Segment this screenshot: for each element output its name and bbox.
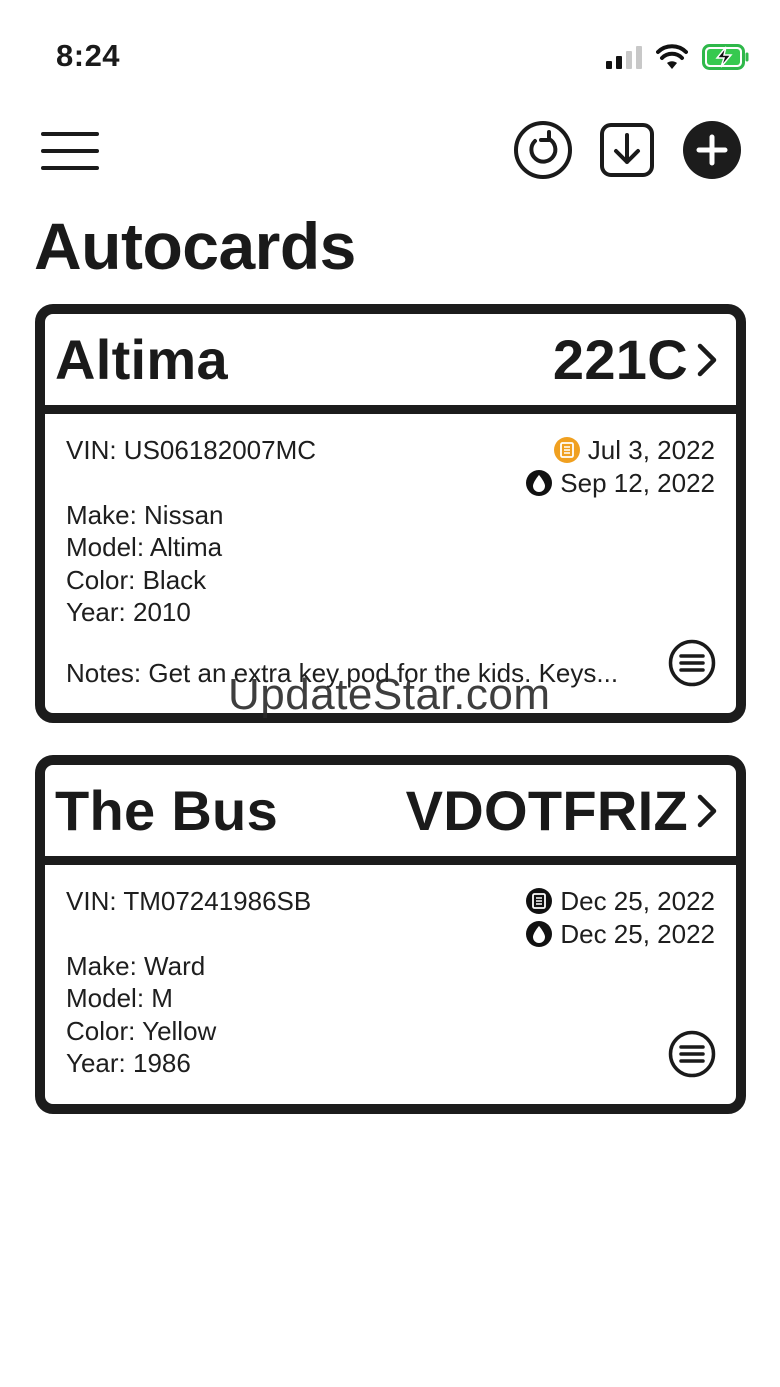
- card-menu-button[interactable]: [668, 639, 716, 687]
- wifi-icon: [656, 44, 688, 69]
- model-value: Altima: [149, 532, 223, 562]
- cellular-signal-icon: [606, 45, 642, 69]
- document-icon: [553, 437, 580, 464]
- card-menu-button[interactable]: [668, 1030, 716, 1078]
- add-card-button[interactable]: [682, 120, 742, 180]
- menu-button[interactable]: [38, 132, 102, 172]
- document-icon: [526, 888, 553, 915]
- dates: Jul 3, 2022 Sep 12, 2022: [526, 434, 715, 499]
- download-icon: [600, 123, 654, 177]
- vin-value: US06182007MC: [123, 435, 317, 465]
- color-value: Black: [142, 564, 207, 595]
- status-icons: [606, 40, 750, 74]
- oil-change-date: Sep 12, 2022: [560, 467, 715, 498]
- list-icon: [668, 639, 716, 687]
- notes-value: Get an extra key pod for the kids. Keys.…: [148, 657, 619, 688]
- vin-value: TM07241986SB: [123, 886, 312, 916]
- battery-charging-icon: [702, 44, 749, 70]
- oil-change-date: Dec 25, 2022: [560, 918, 715, 949]
- year-value: 2010: [132, 597, 191, 627]
- make-row: Make: Nissan: [66, 499, 224, 530]
- year-value: 1986: [132, 1048, 191, 1078]
- card-body: VIN: TM07241986SB Make: Ward Model: M Co…: [45, 865, 736, 1080]
- car-name: The Bus: [55, 779, 279, 842]
- hamburger-icon: [41, 132, 99, 136]
- page-title: Autocards: [34, 209, 356, 283]
- list-icon: [668, 1030, 716, 1078]
- top-toolbar: [0, 118, 780, 184]
- status-time: 8:24: [56, 38, 121, 73]
- make-value: Nissan: [144, 499, 224, 530]
- autocard: Altima 221C VIN: US06182007MC Make: Niss…: [35, 304, 746, 723]
- color-row: Color: Black: [66, 564, 207, 595]
- oil-change-date-row: Sep 12, 2022: [526, 467, 715, 500]
- card-header[interactable]: The Bus VDOTFRIZ: [45, 765, 736, 865]
- import-button[interactable]: [598, 120, 658, 180]
- chevron-right-icon: [697, 343, 717, 376]
- model-row: Model: M: [66, 983, 173, 1013]
- model-value: M: [151, 983, 173, 1013]
- app-screen: 8:24 Autocards Altima 221C VIN: US061820…: [0, 0, 780, 1387]
- plus-icon: [683, 121, 741, 179]
- oil-drop-icon: [526, 469, 553, 496]
- car-name: Altima: [55, 328, 228, 391]
- make-value: Ward: [144, 950, 206, 981]
- year-row: Year: 1986: [66, 1048, 191, 1078]
- license-plate: 221C: [552, 328, 688, 391]
- registration-date: Dec 25, 2022: [560, 886, 715, 916]
- model-row: Model: Altima: [66, 532, 223, 562]
- license-plate: VDOTFRIZ: [405, 779, 688, 842]
- chevron-right-icon: [697, 794, 717, 827]
- dates: Dec 25, 2022 Dec 25, 2022: [526, 885, 715, 950]
- year-row: Year: 2010: [66, 597, 191, 627]
- color-value: Yellow: [142, 1015, 217, 1046]
- autocard: The Bus VDOTFRIZ VIN: TM07241986SB Make:…: [35, 755, 746, 1114]
- registration-date-row: Dec 25, 2022: [526, 885, 715, 918]
- card-header[interactable]: Altima 221C: [45, 314, 736, 414]
- color-row: Color: Yellow: [66, 1015, 217, 1046]
- oil-change-date-row: Dec 25, 2022: [526, 918, 715, 951]
- make-row: Make: Ward: [66, 950, 206, 981]
- registration-date-row: Jul 3, 2022: [526, 434, 715, 467]
- status-bar: 8:24: [0, 0, 780, 110]
- oil-drop-icon: [526, 920, 553, 947]
- registration-date: Jul 3, 2022: [587, 435, 715, 465]
- card-body: VIN: US06182007MC Make: Nissan Model: Al…: [45, 414, 736, 689]
- notes-row: Notes: Get an extra key pod for the kids…: [66, 657, 619, 688]
- refresh-button[interactable]: [513, 120, 573, 180]
- refresh-icon: [514, 121, 572, 179]
